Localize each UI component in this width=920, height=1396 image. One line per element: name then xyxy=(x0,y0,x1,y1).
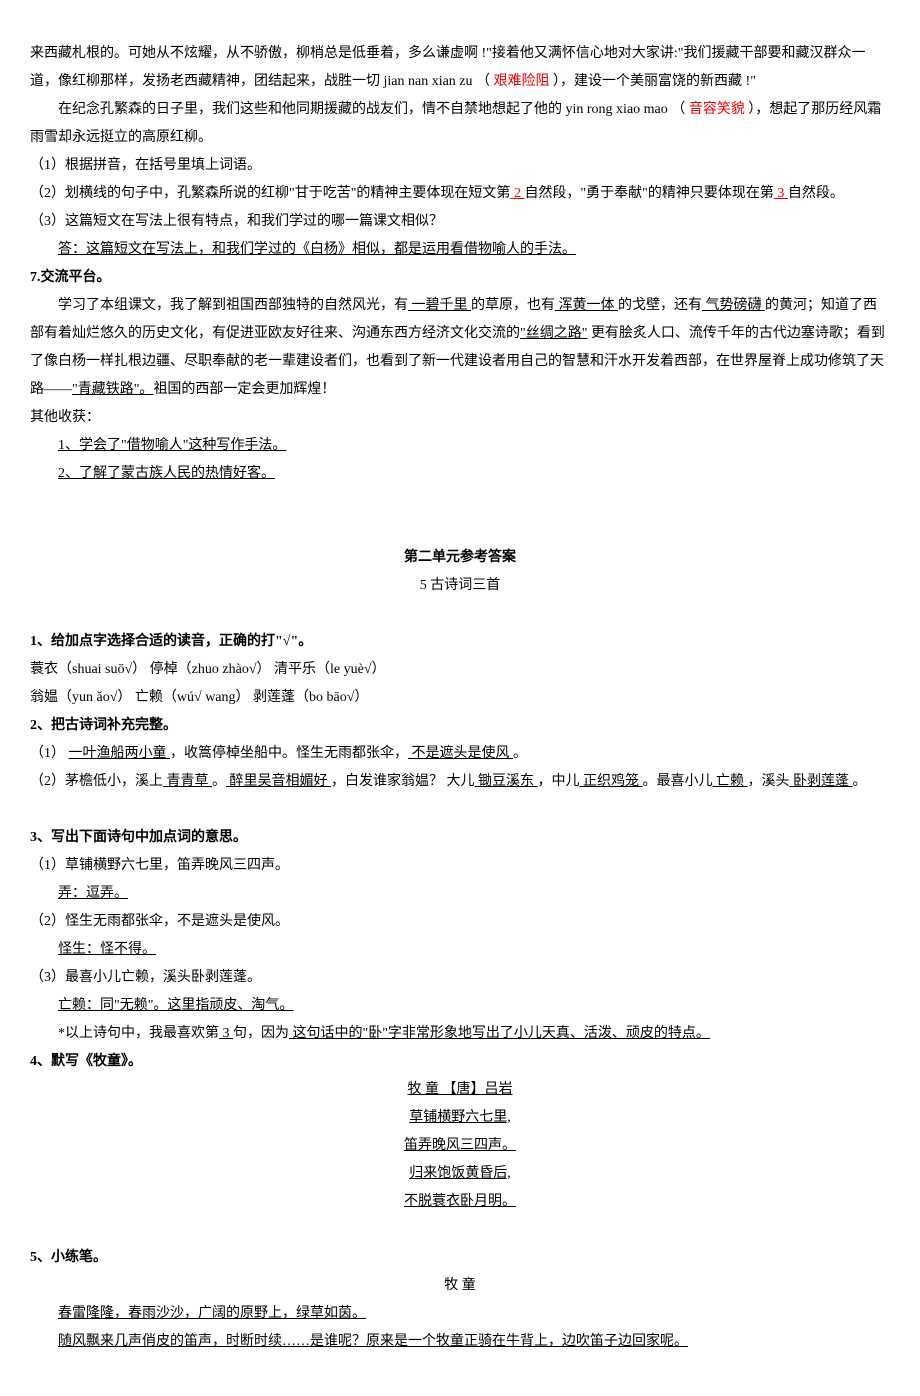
favorite-verse: *以上诗句中，我最喜欢第 3 句，因为 这句话中的"卧"字非常形象地写出了小儿天… xyxy=(30,1020,890,1048)
body-paragraph: 来西藏札根的。可她从不炫耀，从不骄傲，柳梢总是低垂着，多么谦虚啊 !"接着他又满… xyxy=(30,40,890,96)
other-gain-2: 2、了解了蒙古族人民的热情好客。 xyxy=(30,460,890,488)
verse-2-answer: 怪生：怪不得。 xyxy=(30,936,890,964)
answer-underline: 2 xyxy=(510,186,524,201)
pinyin-line-1: 蓑衣（shuai suō√） 停棹（zhuo zhào√） 清平乐（le yuè… xyxy=(30,656,890,684)
fill-answer: 艰难险阻 xyxy=(494,74,550,89)
fill-blank: 正织鸡笼 xyxy=(580,774,643,789)
poem-fill-2: （2）茅檐低小，溪上 青青草 。 醉里吴音相媚好 ，白发谁家翁媪？ 大儿 锄豆溪… xyxy=(30,768,890,796)
fill-blank: 一碧千里 xyxy=(408,298,471,313)
fill-blank: 浑黄一体 xyxy=(555,298,618,313)
question-1: （1）根据拼音，在括号里填上词语。 xyxy=(30,152,890,180)
essay-line-2: 随风飘来几声俏皮的笛声，时断时续……是谁呢？原来是一个牧童正骑在牛背上，边吹笛子… xyxy=(30,1328,890,1356)
pinyin-line-2: 翁媪（yun ǎo√） 亡赖（wú√ wang） 剥莲蓬（bo bāo√） xyxy=(30,684,890,712)
other-gains-heading: 其他收获： xyxy=(30,404,890,432)
fill-blank: "青藏铁路"。 xyxy=(72,382,153,397)
fill-blank: 这句话中的"卧"字非常形象地写出了小儿天真、活泼、顽皮的特点。 xyxy=(289,1026,710,1041)
section-3-heading: 3、写出下面诗句中加点词的意思。 xyxy=(30,824,890,852)
essay-line-1: 春雷隆隆，春雨沙沙，广阔的原野上，绿草如茵。 xyxy=(30,1300,890,1328)
section-4-heading: 4、默写《牧童》。 xyxy=(30,1048,890,1076)
fill-blank: 亡赖 xyxy=(713,774,748,789)
fill-blank: 3 xyxy=(219,1026,233,1041)
fill-blank: 青青草 xyxy=(163,774,212,789)
unit-2-title: 第二单元参考答案 xyxy=(30,544,890,572)
question-3-answer: 答：这篇短文在写法上，和我们学过的《白杨》相似，都是运用看借物喻人的手法。 xyxy=(30,236,890,264)
poem-line: 牧 童 【唐】吕岩 xyxy=(30,1076,890,1104)
fill-blank: "丝绸之路" xyxy=(520,326,587,341)
other-gain-1: 1、学会了"借物喻人"这种写作手法。 xyxy=(30,432,890,460)
fill-blank: 锄豆溪东 xyxy=(475,774,538,789)
poem-line: 归来饱饭黄昏后, xyxy=(30,1160,890,1188)
question-2: （2）划横线的句子中，孔繁森所说的红柳"甘于吃苦"的精神主要体现在短文第 2 自… xyxy=(30,180,890,208)
essay-title: 牧 童 xyxy=(30,1272,890,1300)
verse-2: （2）怪生无雨都张伞，不是遮头是使风。 xyxy=(30,908,890,936)
poem-line: 草铺横野六七里, xyxy=(30,1104,890,1132)
verse-3-answer: 亡赖：同"无赖"。这里指顽皮、淘气。 xyxy=(30,992,890,1020)
verse-1-answer: 弄：逗弄。 xyxy=(30,880,890,908)
section-5-heading: 5、小练笔。 xyxy=(30,1244,890,1272)
question-3: （3）这篇短文在写法上很有特点，和我们学过的哪一篇课文相似？ xyxy=(30,208,890,236)
heading-7: 7.交流平台。 xyxy=(30,264,890,292)
body-paragraph: 在纪念孔繁森的日子里，我们这些和他同期援藏的战友们，情不自禁地想起了他的 yin… xyxy=(30,96,890,152)
section-2-heading: 2、把古诗词补充完整。 xyxy=(30,712,890,740)
section-1-heading: 1、给加点字选择合适的读音，正确的打"√"。 xyxy=(30,628,890,656)
fill-blank: 气势磅礴 xyxy=(702,298,765,313)
unit-2-subtitle: 5 古诗词三首 xyxy=(30,572,890,600)
poem-line: 不脱蓑衣卧月明。 xyxy=(30,1188,890,1216)
fill-answer: 音容笑貌 xyxy=(689,102,745,117)
verse-1: （1）草铺横野六七里，笛弄晚风三四声。 xyxy=(30,852,890,880)
poem-line: 笛弄晚风三四声。 xyxy=(30,1132,890,1160)
poem-fill-1: （1） 一叶渔船两小童 ，收篙停棹坐船中。怪生无雨都张伞， 不是遮头是使风 。 xyxy=(30,740,890,768)
fill-blank: 醉里吴音相媚好 xyxy=(226,774,331,789)
fill-blank: 卧剥莲蓬 xyxy=(790,774,853,789)
answer-underline: 3 xyxy=(774,186,788,201)
exchange-paragraph: 学习了本组课文，我了解到祖国西部独特的自然风光，有 一碧千里 的草原，也有 浑黄… xyxy=(30,292,890,404)
verse-3: （3）最喜小儿亡赖，溪头卧剥莲蓬。 xyxy=(30,964,890,992)
fill-blank: 一叶渔船两小童 xyxy=(69,746,171,761)
fill-blank: 不是遮头是使风 xyxy=(408,746,513,761)
